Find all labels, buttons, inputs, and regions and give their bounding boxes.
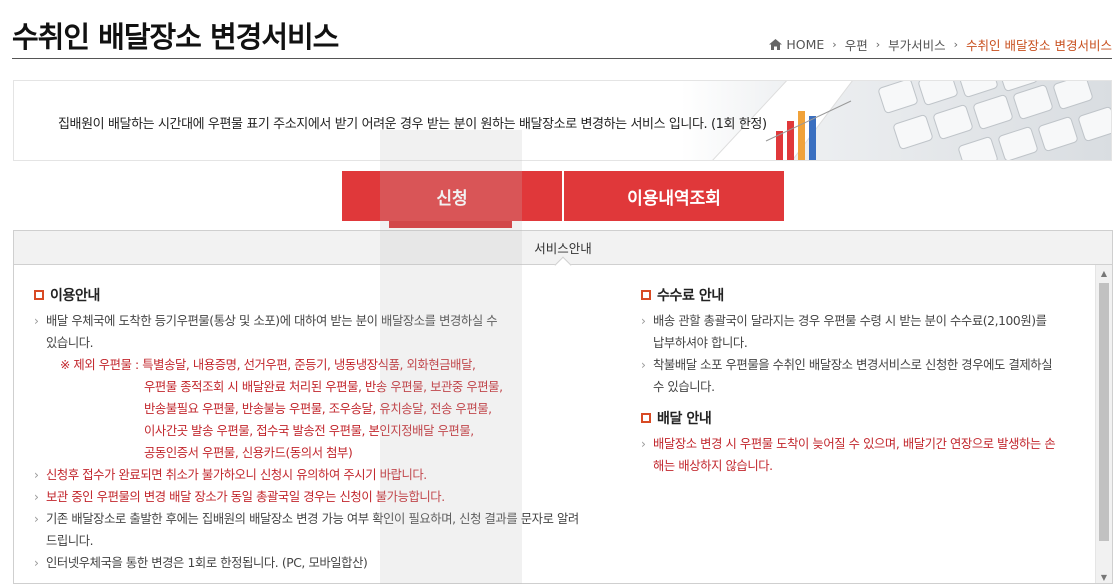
usage-guide-section: 이용안내 배달 우체국에 도착한 등기우편물(통상 및 소포)에 대하여 받는 … [34,285,614,574]
panel-header: 서비스안내 [14,231,1112,274]
tab-apply[interactable]: 신청 [342,171,562,228]
usage-guide-title: 이용안내 [34,285,614,305]
tab-usage-history[interactable]: 이용내역조회 [564,171,784,221]
breadcrumb-separator: › [832,38,837,51]
fee-guide-title: 수수료 안내 [641,285,1081,305]
panel-header-title: 서비스안내 [534,241,592,256]
breadcrumb-separator: › [875,38,881,51]
tab-usage-history-label: 이용내역조회 [627,188,721,209]
scrollbar-thumb[interactable] [1099,283,1109,541]
panel-scrollbar[interactable]: ▲ ▼ [1095,265,1112,583]
square-bullet-icon [641,413,651,423]
square-bullet-icon [34,290,44,300]
home-icon [769,39,783,50]
breadcrumb-separator: › [953,38,959,51]
header-notch [554,256,572,274]
usage-item-warning: 신청후 접수가 완료되면 취소가 불가하오니 신청시 유의하여 주시기 바랍니다… [34,464,614,486]
breadcrumb-item-current[interactable]: 수취인 배달장소 변경서비스 [966,35,1112,54]
tab-apply-label: 신청 [436,188,468,209]
usage-item: 기존 배달장소로 출발한 후에는 집배원의 배달장소 변경 가능 여부 확인이 … [34,508,614,552]
usage-item: 배달 우체국에 도착한 등기우편물(통상 및 소포)에 대하여 받는 분이 배달… [34,310,614,354]
breadcrumb-item-additional-services[interactable]: 부가서비스 [888,35,946,54]
delivery-item-warning: 배달장소 변경 시 우편물 도착이 늦어질 수 있으며, 배달기간 연장으로 발… [641,433,1081,477]
excluded-mail-list: ※ 제외 우편물 : 특별송달, 내용증명, 선거우편, 준등기, 냉동냉장식품… [60,358,503,460]
square-bullet-icon [641,290,651,300]
service-guide-panel: 서비스안내 이용안내 배달 우체국에 도착한 등기우편물(통상 및 소포)에 대… [13,230,1113,584]
fee-item: 착불배달 소포 우편물을 수취인 배달장소 변경서비스로 신청한 경우에도 결제… [641,354,1081,398]
service-intro-banner: 집배원이 배달하는 시간대에 우편물 표기 주소지에서 받기 어려운 경우 받는… [13,80,1112,161]
fee-and-delivery-section: 수수료 안내 배송 관할 총괄국이 달라지는 경우 우편물 수령 시 받는 분이… [641,285,1081,477]
breadcrumb-item-post[interactable]: 우편 [845,35,868,54]
delivery-guide-title: 배달 안내 [641,408,1081,428]
page-title: 수취인 배달장소 변경서비스 [12,20,339,54]
breadcrumb: HOME › 우편 › 부가서비스 › 수취인 배달장소 변경서비스 [769,35,1112,54]
scroll-up-arrow-icon[interactable]: ▲ [1096,265,1112,281]
usage-item: 인터넷우체국을 통한 변경은 1회로 한정됩니다. (PC, 모바일합산) [34,552,614,574]
active-tab-indicator [389,221,512,228]
scroll-down-arrow-icon[interactable]: ▼ [1096,569,1112,583]
breadcrumb-home-link[interactable]: HOME [786,37,824,52]
fee-item: 배송 관할 총괄국이 달라지는 경우 우편물 수령 시 받는 분이 수수료(2,… [641,310,1081,354]
title-divider [12,58,1112,59]
usage-item-warning: 보관 중인 우편물의 변경 배달 장소가 동일 총괄국일 경우는 신청이 불가능… [34,486,614,508]
banner-description: 집배원이 배달하는 시간대에 우편물 표기 주소지에서 받기 어려운 경우 받는… [58,117,767,132]
